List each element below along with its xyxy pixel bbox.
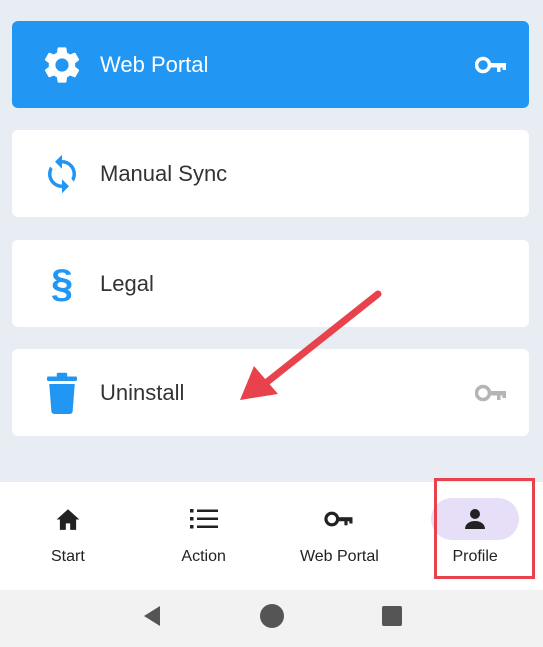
recents-button[interactable] <box>381 605 403 632</box>
annotation-highlight-box <box>434 478 535 579</box>
nav-web-portal-label: Web Portal <box>299 548 379 565</box>
key-icon <box>475 383 507 403</box>
key-icon <box>475 55 507 75</box>
recents-square-icon <box>382 606 403 626</box>
legal-label: Legal <box>100 270 154 296</box>
nav-action-label: Action <box>181 548 226 565</box>
manual-sync-label: Manual Sync <box>100 160 228 186</box>
web-portal-label: Web Portal <box>100 51 209 77</box>
manual-sync-card[interactable]: Manual Sync <box>12 130 529 217</box>
trash-icon <box>34 372 90 414</box>
gear-icon <box>34 43 90 87</box>
sync-icon <box>34 153 90 195</box>
key-icon <box>307 504 371 534</box>
home-circle-icon <box>260 604 285 628</box>
legal-card[interactable]: § Legal <box>12 240 529 327</box>
home-icon <box>36 504 100 534</box>
web-portal-card[interactable]: Web Portal <box>12 21 529 108</box>
system-navigation-bar <box>0 590 543 647</box>
section-sign-glyph: § <box>50 261 74 306</box>
back-triangle-icon <box>143 606 160 626</box>
nav-start-label: Start <box>50 548 85 565</box>
nav-web-portal[interactable]: Web Portal <box>272 482 408 590</box>
home-button[interactable] <box>259 603 285 634</box>
uninstall-label: Uninstall <box>100 379 185 405</box>
list-icon <box>172 504 236 534</box>
back-button[interactable] <box>140 604 164 633</box>
nav-action[interactable]: Action <box>136 482 272 590</box>
nav-start[interactable]: Start <box>0 482 136 590</box>
uninstall-card[interactable]: Uninstall <box>12 349 529 436</box>
section-sign-icon: § <box>34 264 90 304</box>
